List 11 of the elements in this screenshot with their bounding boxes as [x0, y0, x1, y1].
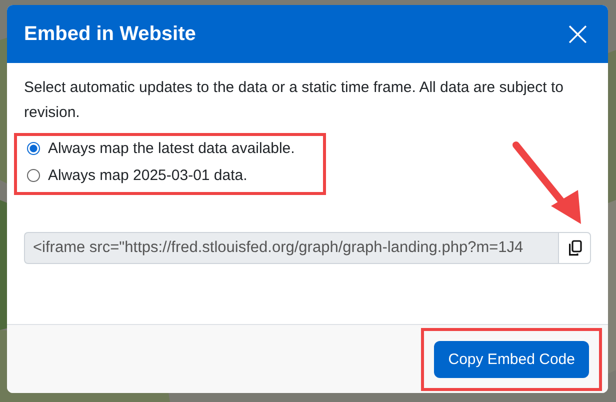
copy-button[interactable]	[558, 232, 591, 264]
copy-icon	[568, 240, 582, 256]
close-button[interactable]: ×	[562, 20, 594, 48]
radio-button[interactable]	[27, 169, 40, 182]
option-label: Always map the latest data available.	[48, 140, 295, 157]
option-label: Always map 2025-03-01 data.	[48, 167, 248, 184]
radio-button[interactable]	[27, 142, 40, 155]
dialog-title: Embed in Website	[24, 22, 196, 46]
embed-code-field[interactable]: <iframe src="https://fred.stlouisfed.org/graph/graph-landing.php?m=1J4	[24, 232, 558, 264]
description-text: Select automatic updates to the data or a static time frame. All data are subject to revision.	[24, 78, 564, 123]
copy-embed-code-button[interactable]: Copy Embed Code	[434, 340, 589, 378]
